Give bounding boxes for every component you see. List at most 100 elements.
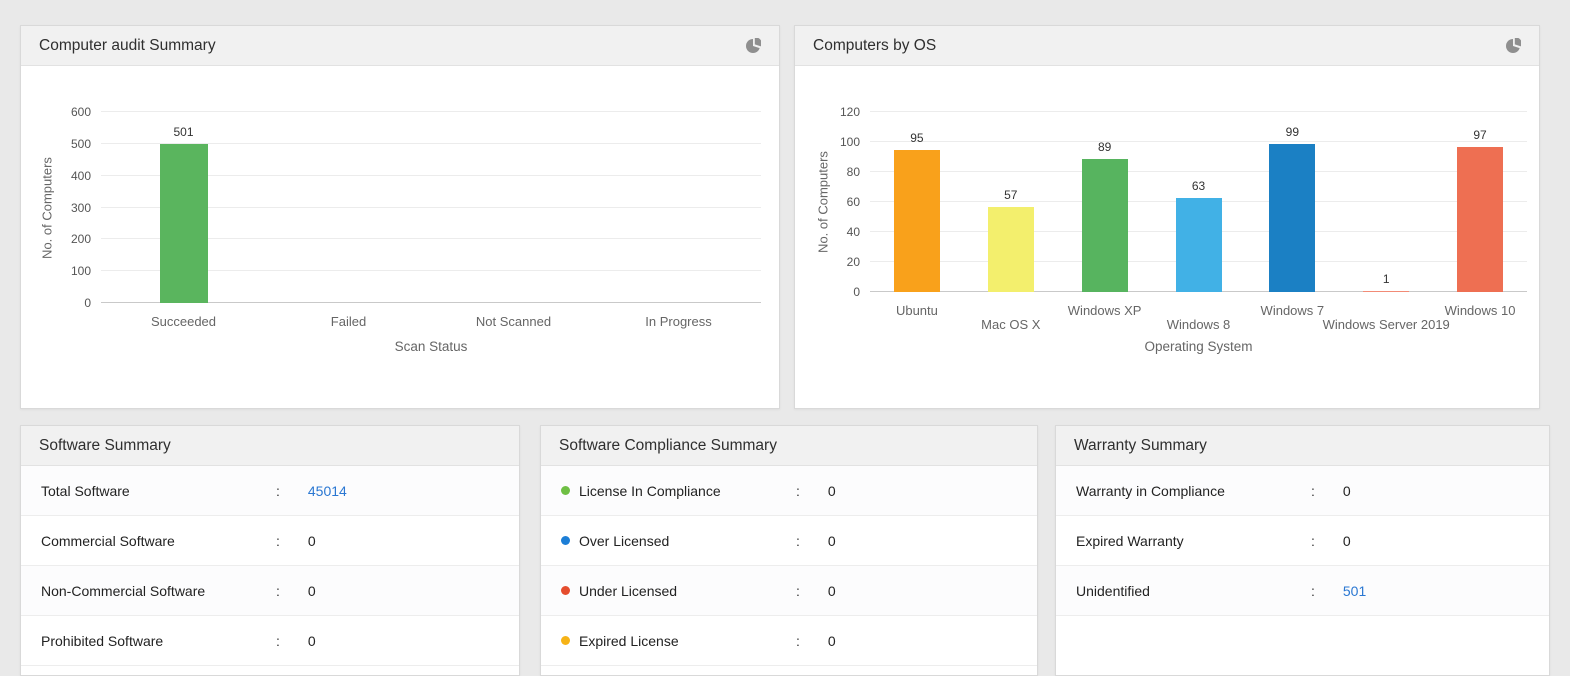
x-tick-label-failed: Failed: [331, 314, 366, 329]
status-dot: [561, 636, 570, 645]
table-row: Commercial Software : 0: [21, 516, 519, 566]
bar-ubuntu[interactable]: [894, 150, 940, 293]
y-tick-label: 300: [71, 201, 91, 215]
y-tick-label: 20: [847, 255, 860, 269]
bar-value-label: 97: [1473, 128, 1486, 142]
y-tick-label: 60: [847, 195, 860, 209]
panel-title: Software Compliance Summary: [559, 437, 777, 455]
table-row: Non-Commercial Software : 0: [21, 566, 519, 616]
software-compliance-summary-panel: Software Compliance Summary License In C…: [540, 425, 1038, 676]
row-value: 0: [1343, 483, 1351, 499]
bar-succeeded[interactable]: [160, 144, 208, 303]
bar-value-label: 99: [1286, 125, 1299, 139]
y-tick-label: 80: [847, 165, 860, 179]
table-row: Total Software : 45014: [21, 466, 519, 516]
os-chart-plot: 02040608010012095Ubuntu57Mac OS X89Windo…: [870, 112, 1527, 292]
panel-title: Software Summary: [39, 437, 171, 455]
row-label: Commercial Software: [41, 533, 175, 549]
colon: :: [1311, 583, 1315, 599]
row-value: 0: [828, 483, 836, 499]
row-value: 0: [828, 583, 836, 599]
bar-mac-os-x[interactable]: [988, 207, 1034, 293]
gridline: [870, 111, 1527, 112]
row-label: Warranty in Compliance: [1076, 483, 1225, 499]
status-dot: [561, 486, 570, 495]
row-value: 0: [828, 533, 836, 549]
row-label: Prohibited Software: [41, 633, 163, 649]
bar-value-label: 57: [1004, 188, 1017, 202]
row-label: Over Licensed: [579, 533, 669, 549]
status-dot: [561, 536, 570, 545]
row-value: 0: [828, 633, 836, 649]
y-tick-label: 100: [840, 135, 860, 149]
chart-area: No. of Computers 02040608010012095Ubuntu…: [795, 67, 1539, 408]
bar-windows-8[interactable]: [1176, 198, 1222, 293]
colon: :: [796, 533, 800, 549]
y-tick-label: 600: [71, 105, 91, 119]
audit-chart-plot: 0100200300400500600501SucceededFailedNot…: [101, 112, 761, 303]
y-tick-label: 200: [71, 232, 91, 246]
x-tick-label-mac-os-x: Mac OS X: [981, 317, 1040, 332]
bar-windows-7[interactable]: [1269, 144, 1315, 293]
table-row: Over Licensed : 0: [541, 516, 1037, 566]
panel-header: Computers by OS: [795, 26, 1539, 66]
colon: :: [276, 483, 280, 499]
x-tick-label-windows-7: Windows 7: [1261, 303, 1325, 318]
colon: :: [1311, 533, 1315, 549]
colon: :: [796, 633, 800, 649]
unidentified-link[interactable]: 501: [1343, 583, 1366, 599]
y-axis-title: No. of Computers: [816, 151, 831, 253]
table-row: Expired License : 0: [541, 616, 1037, 666]
computers-by-os-panel: Computers by OS No. of Computers 0204060…: [794, 25, 1540, 409]
row-label: Unidentified: [1076, 583, 1150, 599]
row-label: Non-Commercial Software: [41, 583, 205, 599]
total-software-link[interactable]: 45014: [308, 483, 347, 499]
bar-windows-server-2019[interactable]: [1363, 291, 1409, 293]
colon: :: [276, 533, 280, 549]
row-label: Expired License: [579, 633, 679, 649]
status-dot: [561, 586, 570, 595]
x-axis-title: Operating System: [870, 339, 1527, 354]
computer-audit-summary-panel: Computer audit Summary No. of Computers …: [20, 25, 780, 409]
table-row: Prohibited Software : 0: [21, 616, 519, 666]
bar-value-label: 95: [910, 131, 923, 145]
x-tick-label-windows-xp: Windows XP: [1068, 303, 1142, 318]
colon: :: [1311, 483, 1315, 499]
y-axis-title: No. of Computers: [40, 157, 55, 259]
x-tick-label-windows-10: Windows 10: [1445, 303, 1516, 318]
colon: :: [276, 633, 280, 649]
panel-header: Warranty Summary: [1056, 426, 1549, 466]
row-value: 0: [308, 583, 316, 599]
y-tick-label: 120: [840, 105, 860, 119]
table-row: License In Compliance : 0: [541, 466, 1037, 516]
x-tick-label-in-progress: In Progress: [645, 314, 711, 329]
table-row: Under Licensed : 0: [541, 566, 1037, 616]
panel-header: Computer audit Summary: [21, 26, 779, 66]
gridline: [101, 111, 761, 112]
x-axis-title: Scan Status: [101, 339, 761, 354]
y-tick-label: 500: [71, 137, 91, 151]
table-row: Expired Warranty : 0: [1056, 516, 1549, 566]
pie-chart-icon[interactable]: [745, 38, 761, 54]
row-value: 0: [308, 533, 316, 549]
x-tick-label-not-scanned: Not Scanned: [476, 314, 551, 329]
gridline: [870, 171, 1527, 172]
row-value: 0: [308, 633, 316, 649]
colon: :: [796, 483, 800, 499]
panel-title: Computer audit Summary: [39, 37, 216, 55]
bar-value-label: 501: [173, 125, 193, 139]
row-label: Under Licensed: [579, 583, 677, 599]
table-row: Warranty in Compliance : 0: [1056, 466, 1549, 516]
x-tick-label-windows-server-2019: Windows Server 2019: [1323, 317, 1450, 332]
row-label: Total Software: [41, 483, 130, 499]
bar-windows-10[interactable]: [1457, 147, 1503, 293]
pie-chart-icon[interactable]: [1505, 38, 1521, 54]
x-tick-label-windows-8: Windows 8: [1167, 317, 1231, 332]
row-value: 0: [1343, 533, 1351, 549]
y-tick-label: 0: [853, 285, 860, 299]
bar-value-label: 89: [1098, 140, 1111, 154]
bar-windows-xp[interactable]: [1082, 159, 1128, 293]
x-tick-label-ubuntu: Ubuntu: [896, 303, 938, 318]
x-tick-label-succeeded: Succeeded: [151, 314, 216, 329]
y-tick-label: 0: [84, 296, 91, 310]
